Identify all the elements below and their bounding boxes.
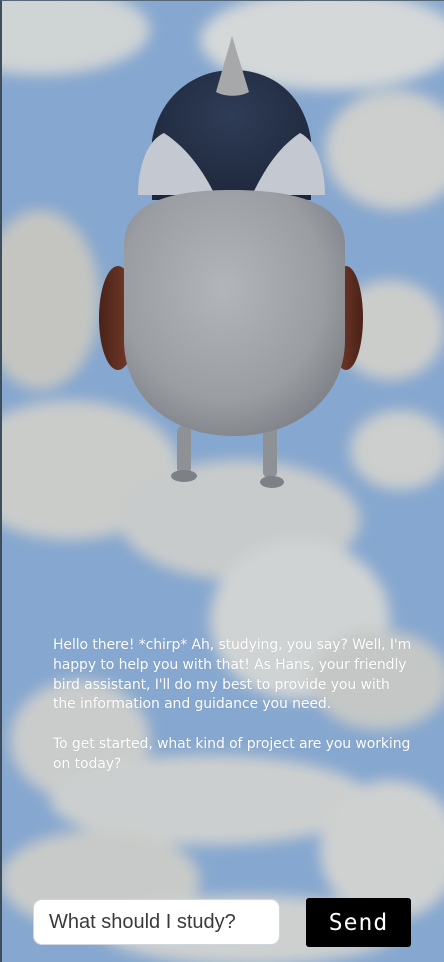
assistant-message: Hello there! *chirp* Ah, studying, you s… <box>53 637 412 772</box>
right-foot <box>260 476 284 488</box>
sky-background <box>0 0 444 962</box>
send-button[interactable]: Send <box>306 898 411 947</box>
bird-body <box>124 190 345 436</box>
study-input-container[interactable] <box>33 899 280 945</box>
study-input[interactable] <box>34 900 279 944</box>
left-leg <box>177 426 191 474</box>
left-foot <box>171 470 197 482</box>
right-leg <box>263 426 277 478</box>
